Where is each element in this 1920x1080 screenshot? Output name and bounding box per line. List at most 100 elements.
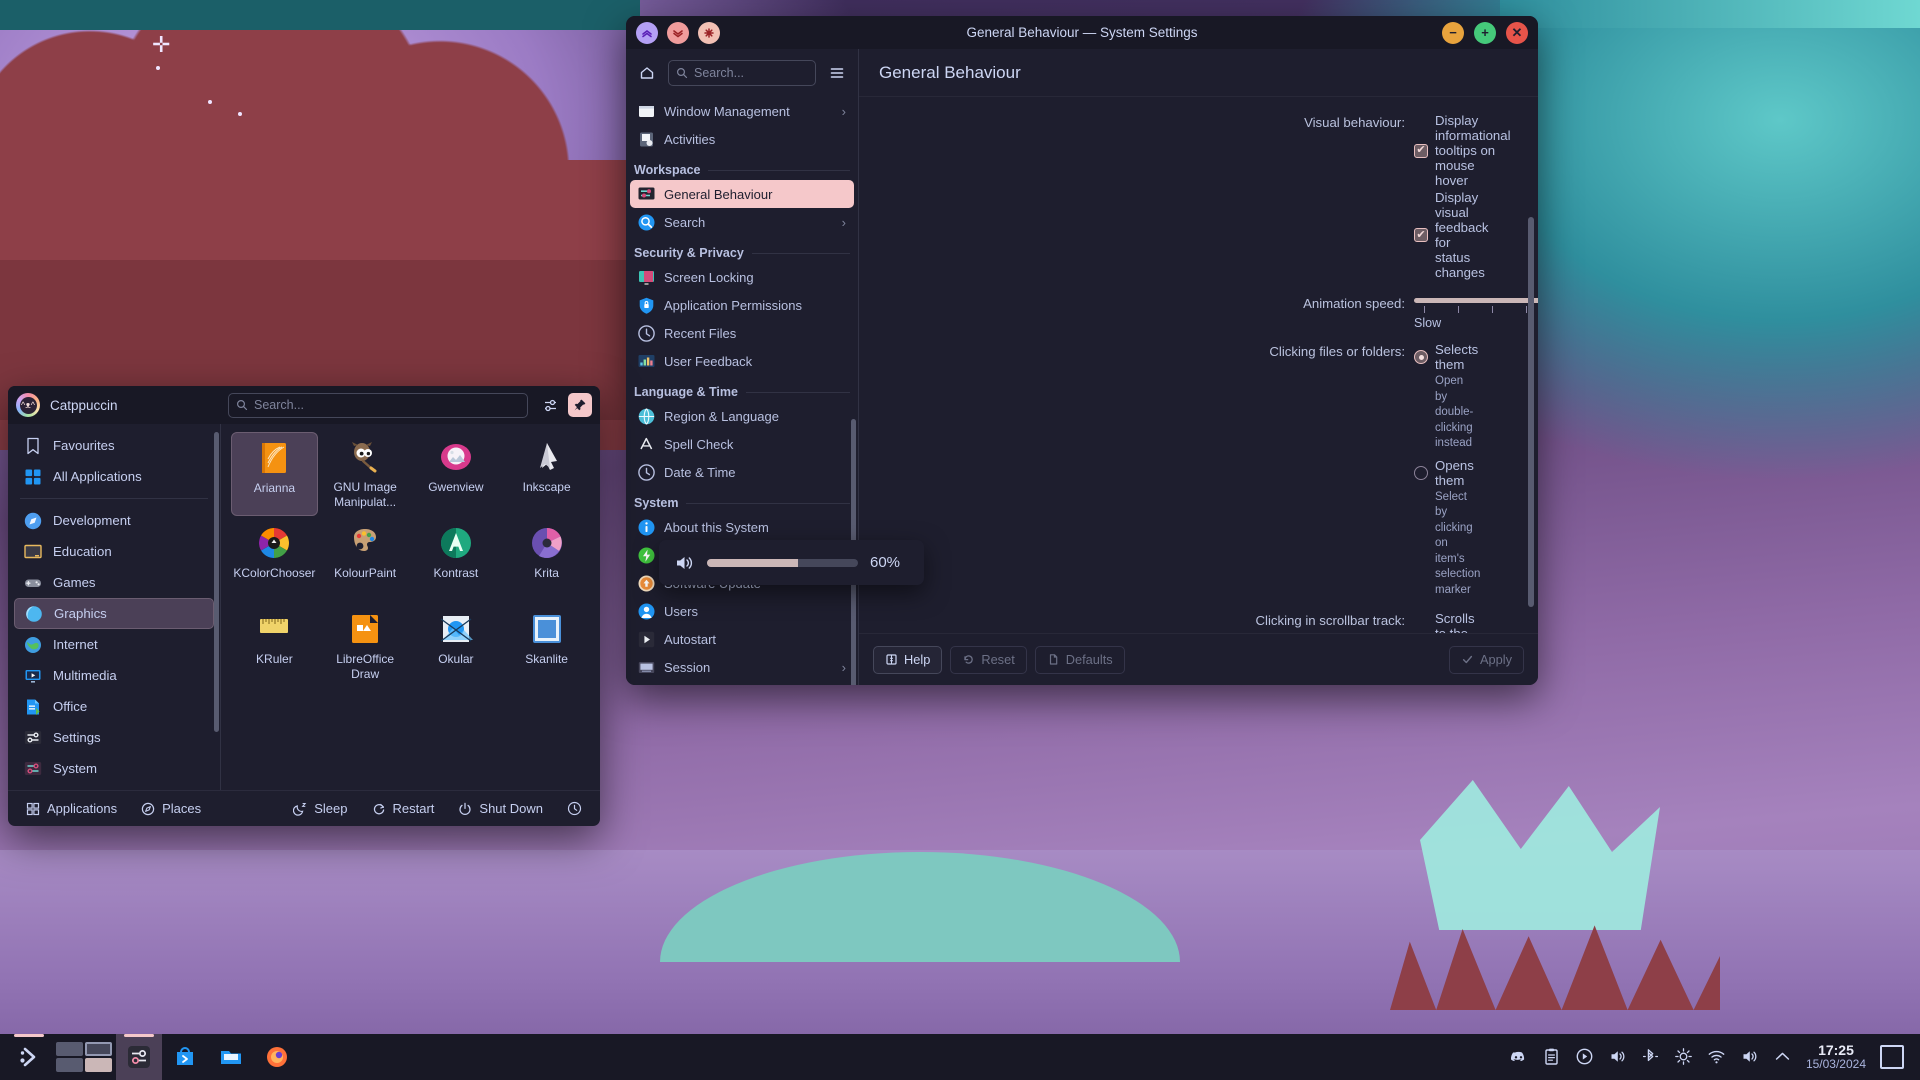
sidebar-item-users[interactable]: Users	[630, 597, 854, 625]
shutdown-button[interactable]: Shut Down	[448, 796, 553, 822]
app-item-gnu-image-manipulat[interactable]: GNU Image Manipulat...	[322, 432, 409, 516]
hamburger-menu-icon[interactable]	[824, 60, 850, 86]
radio-selects-them[interactable]: Selects them	[1414, 342, 1478, 372]
pin-icon[interactable]	[568, 393, 592, 417]
keep-below-button[interactable]	[667, 21, 689, 44]
app-item-okular[interactable]: Okular	[413, 604, 500, 688]
places-tab[interactable]: Places	[131, 796, 211, 822]
keep-above-button[interactable]	[636, 21, 658, 44]
sidebar-item-session[interactable]: Session ›	[630, 653, 854, 681]
clipboard-icon[interactable]	[1542, 1047, 1561, 1066]
sleep-button[interactable]: Sleep	[283, 796, 357, 822]
category-item-multimedia[interactable]: Multimedia	[14, 660, 214, 691]
bluetooth-icon[interactable]	[1641, 1047, 1660, 1066]
defaults-button[interactable]: Defaults	[1034, 645, 1125, 674]
discord-icon[interactable]	[1509, 1047, 1528, 1066]
kde-launcher-icon[interactable]	[6, 1034, 52, 1080]
app-item-kruler[interactable]: KRuler	[231, 604, 318, 688]
task-system-settings[interactable]	[116, 1034, 162, 1080]
minimize-button[interactable]: −	[1442, 21, 1464, 44]
radio-opens-them[interactable]: Opens them	[1414, 458, 1474, 488]
sidebar-search-input[interactable]: Search...	[668, 60, 816, 86]
sidebar-item-recent-files[interactable]: Recent Files	[630, 319, 854, 347]
category-item-settings[interactable]: Settings	[14, 722, 214, 753]
category-item-education[interactable]: Education	[14, 536, 214, 567]
sidebar-item-spell-check[interactable]: Spell Check	[630, 430, 854, 458]
avatar[interactable]: ^ᴥ^	[16, 393, 40, 417]
category-item-internet[interactable]: Internet	[14, 629, 214, 660]
brightness-icon[interactable]	[1674, 1047, 1693, 1066]
app-grid[interactable]: Arianna GNU Image Manipulat... Gwenview Ink…	[231, 432, 590, 688]
applications-tab[interactable]: Applications	[16, 796, 127, 822]
category-item-office[interactable]: Office	[14, 691, 214, 722]
checkbox-tooltips[interactable]: ✔ Display informational tooltips on mous…	[1414, 113, 1511, 188]
content-scrollbar[interactable]	[1528, 217, 1534, 607]
pager-desktop-3[interactable]	[56, 1058, 83, 1072]
sidebar-item-application-permissions[interactable]: Application Permissions	[630, 291, 854, 319]
help-button[interactable]: Help	[873, 645, 943, 674]
sticky-button[interactable]	[698, 21, 720, 44]
sidebar-item-list[interactable]: Window Management › Activities Workspace Gen…	[626, 97, 858, 685]
maximize-button[interactable]: +	[1474, 21, 1496, 44]
sidebar-item-date-time[interactable]: Date & Time	[630, 458, 854, 486]
leave-icon[interactable]	[557, 796, 592, 822]
launcher-search-input[interactable]: Search...	[228, 392, 528, 418]
app-item-inkscape[interactable]: Inkscape	[503, 432, 590, 516]
sidebar-item-activities[interactable]: Activities	[630, 125, 854, 153]
radio-scrolls-to-clicked[interactable]: Scrolls to the clicked location	[1414, 611, 1475, 633]
radio-icon[interactable]	[1414, 350, 1428, 364]
pager-desktop-2[interactable]	[85, 1042, 112, 1056]
category-item-all-applications[interactable]: All Applications	[14, 461, 214, 492]
category-scrollbar-thumb[interactable]	[214, 432, 219, 732]
category-item-graphics[interactable]: Graphics	[14, 598, 214, 629]
content-scrollbar-thumb[interactable]	[1528, 217, 1534, 607]
category-scrollbar[interactable]	[214, 432, 219, 762]
app-item-kontrast[interactable]: Kontrast	[413, 518, 500, 602]
sidebar-item-region-language[interactable]: Region & Language	[630, 402, 854, 430]
pager-desktop-4[interactable]	[85, 1058, 112, 1072]
checkmark-icon[interactable]: ✔	[1414, 228, 1428, 242]
show-desktop-icon[interactable]	[1880, 1044, 1904, 1069]
app-item-libreoffice-draw[interactable]: LibreOffice Draw	[322, 604, 409, 688]
apply-button[interactable]: Apply	[1448, 645, 1524, 674]
category-list[interactable]: Favourites All Applications Development Edu…	[8, 424, 220, 790]
checkbox-visual-feedback[interactable]: ✔ Display visual feedback for status cha…	[1414, 190, 1489, 280]
sidebar-item-autostart[interactable]: Autostart	[630, 625, 854, 653]
chevron-up-icon[interactable]	[1773, 1047, 1792, 1066]
sidebar-item-user-feedback[interactable]: User Feedback	[630, 347, 854, 375]
pager-icon[interactable]	[56, 1042, 112, 1072]
task-file-manager[interactable]	[208, 1034, 254, 1080]
volume-slider[interactable]	[707, 558, 858, 567]
sidebar-item-about-this-system[interactable]: About this System	[630, 513, 854, 541]
app-item-gwenview[interactable]: Gwenview	[413, 432, 500, 516]
sidebar-item-search[interactable]: Search ›	[630, 208, 854, 236]
sidebar-scrollbar[interactable]	[851, 149, 856, 685]
restart-button[interactable]: Restart	[362, 796, 445, 822]
sidebar-item-window-management[interactable]: Window Management ›	[630, 97, 854, 125]
task-discover[interactable]	[162, 1034, 208, 1080]
reset-button[interactable]: Reset	[950, 645, 1027, 674]
home-icon[interactable]	[634, 60, 660, 86]
media-player-icon[interactable]	[1575, 1047, 1594, 1066]
app-item-skanlite[interactable]: Skanlite	[503, 604, 590, 688]
sidebar-item-general-behaviour[interactable]: General Behaviour	[630, 180, 854, 208]
category-item-development[interactable]: Development	[14, 505, 214, 536]
pager-desktop-1[interactable]	[56, 1042, 83, 1056]
close-button[interactable]: ✕	[1506, 21, 1528, 44]
clock[interactable]: 17:25 15/03/2024	[1806, 1042, 1866, 1072]
task-firefox[interactable]	[254, 1034, 300, 1080]
animation-speed-slider[interactable]	[1414, 294, 1538, 316]
category-item-favourites[interactable]: Favourites	[14, 430, 214, 461]
category-item-system[interactable]: System	[14, 753, 214, 784]
sidebar-item-screen-locking[interactable]: Screen Locking	[630, 263, 854, 291]
app-item-kcolorchooser[interactable]: KColorChooser	[231, 518, 318, 602]
app-item-arianna[interactable]: Arianna	[231, 432, 318, 516]
checkmark-icon[interactable]: ✔	[1414, 143, 1428, 158]
user-block[interactable]: ^ᴥ^ Catppuccin	[16, 393, 118, 417]
app-item-krita[interactable]: Krita	[503, 518, 590, 602]
configure-icon[interactable]	[538, 393, 562, 417]
app-item-kolourpaint[interactable]: KolourPaint	[322, 518, 409, 602]
category-item-games[interactable]: Games	[14, 567, 214, 598]
wifi-icon[interactable]	[1707, 1047, 1726, 1066]
volume-icon[interactable]	[1608, 1047, 1627, 1066]
